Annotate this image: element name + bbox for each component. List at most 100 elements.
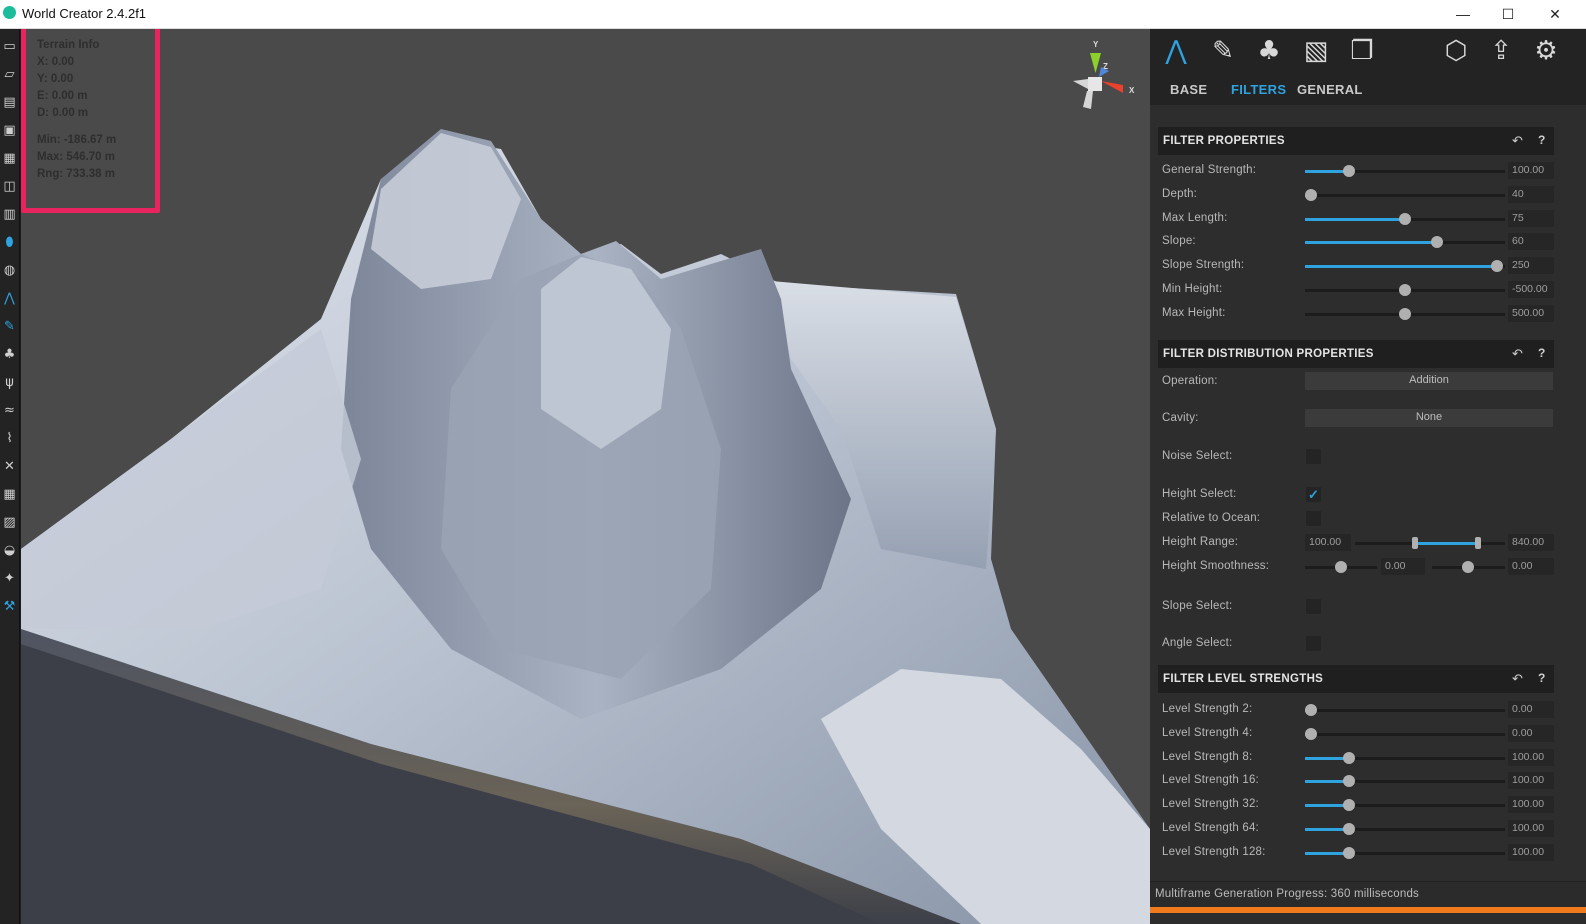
grass-icon[interactable]: ψ	[2, 375, 17, 390]
value-field[interactable]: 40	[1508, 185, 1554, 203]
open-recent-icon[interactable]: ▤	[2, 95, 17, 110]
slider-track[interactable]	[1305, 727, 1505, 740]
save-as-icon[interactable]: ▦	[2, 151, 17, 166]
slider-track[interactable]	[1305, 799, 1505, 812]
angle-select-checkbox[interactable]	[1306, 636, 1321, 651]
cavity-dropdown[interactable]: None	[1305, 409, 1553, 427]
maximize-button[interactable]: ☐	[1485, 0, 1531, 28]
reset-icon[interactable]: ↶	[1512, 133, 1523, 149]
noise-select-checkbox[interactable]	[1306, 449, 1321, 464]
value-field[interactable]: 100.00	[1508, 162, 1554, 179]
value-field[interactable]: 60	[1508, 233, 1554, 251]
slider-track[interactable]	[1305, 188, 1505, 201]
gizmo-neg-y[interactable]	[1083, 91, 1093, 109]
slider-track[interactable]	[1305, 236, 1505, 249]
smoothness-b-field[interactable]: 0.00	[1508, 558, 1554, 575]
value-field[interactable]: 500.00	[1508, 304, 1554, 322]
help-icon[interactable]: ?	[1538, 671, 1545, 685]
reset-icon[interactable]: ↶	[1512, 346, 1523, 362]
value-field[interactable]: 100.00	[1508, 796, 1554, 814]
slider-knob[interactable]	[1343, 846, 1355, 859]
gizmo-y-axis[interactable]	[1090, 53, 1101, 73]
tools-icon[interactable]: ⚒	[2, 599, 17, 614]
value-field[interactable]: -500.00	[1508, 281, 1554, 298]
reset-icon[interactable]: ↶	[1512, 671, 1523, 687]
brush-icon[interactable]: ✎	[2, 319, 17, 334]
axis-gizmo[interactable]: Y Z X	[1061, 39, 1141, 119]
smoothness-a-knob[interactable]	[1335, 561, 1347, 573]
slider-track[interactable]	[1305, 775, 1505, 788]
slider-track[interactable]	[1305, 284, 1505, 296]
road-icon[interactable]: ⌇	[2, 431, 17, 446]
height-range-track[interactable]	[1355, 537, 1505, 549]
map-tab-icon[interactable]: ▧	[1300, 35, 1332, 67]
smoothness-a-track[interactable]	[1305, 561, 1377, 573]
grid-icon[interactable]: ▦	[2, 487, 17, 502]
map-icon[interactable]: ▥	[2, 207, 17, 222]
height-range-low-knob[interactable]	[1412, 537, 1418, 549]
layers-tab-icon[interactable]: ❐	[1346, 35, 1378, 67]
globe-icon[interactable]: ◍	[2, 263, 17, 278]
slider-track[interactable]	[1305, 823, 1505, 835]
water-icon[interactable]: ≈	[2, 403, 17, 418]
open-folder-icon[interactable]: ▱	[2, 67, 17, 82]
slider-track[interactable]	[1305, 307, 1505, 320]
gizmo-center[interactable]	[1088, 77, 1102, 91]
slider-knob[interactable]	[1491, 260, 1503, 273]
slider-track[interactable]	[1305, 846, 1505, 859]
gizmo-neg-x[interactable]	[1073, 79, 1088, 89]
slider-knob[interactable]	[1305, 727, 1317, 740]
terrain-icon[interactable]: ⋀	[2, 291, 17, 306]
new-file-icon[interactable]: ▭	[2, 39, 17, 54]
slider-knob[interactable]	[1343, 775, 1355, 788]
height-range-min-field[interactable]: 100.00	[1305, 534, 1351, 551]
slider-knob[interactable]	[1399, 307, 1411, 320]
share-icon[interactable]: ⇪	[1485, 35, 1517, 67]
save-icon[interactable]: ▣	[2, 123, 17, 138]
export-3d-icon[interactable]: ⬡	[1440, 35, 1472, 67]
star-icon[interactable]: ✦	[2, 571, 17, 586]
slider-knob[interactable]	[1431, 236, 1443, 249]
help-icon[interactable]: ?	[1538, 346, 1545, 360]
height-select-checkbox[interactable]: ✓	[1306, 487, 1321, 502]
height-range-high-knob[interactable]	[1475, 537, 1481, 549]
color-icon[interactable]: ◒	[2, 543, 17, 558]
value-field[interactable]: 100.00	[1508, 820, 1554, 837]
slider-track[interactable]	[1305, 212, 1505, 225]
import-icon[interactable]: ◫	[2, 179, 17, 194]
brush-tool-icon[interactable]: ✎	[1207, 35, 1239, 67]
gizmo-x-axis[interactable]	[1101, 81, 1123, 93]
value-field[interactable]: 0.00	[1508, 724, 1554, 742]
tab-filters[interactable]: FILTERS	[1231, 82, 1286, 97]
slider-knob[interactable]	[1343, 823, 1355, 835]
tab-base[interactable]: BASE	[1170, 82, 1207, 97]
slider-knob[interactable]	[1305, 188, 1317, 201]
trees-icon[interactable]: ♣	[2, 347, 17, 362]
image-icon[interactable]: ▨	[2, 515, 17, 530]
slider-knob[interactable]	[1343, 165, 1355, 177]
value-field[interactable]: 100.00	[1508, 772, 1554, 790]
3d-viewport[interactable]: Terrain Info X: 0.00 Y: 0.00 E: 0.00 m D…	[21, 29, 1150, 924]
relative-ocean-checkbox[interactable]	[1306, 511, 1321, 526]
value-field[interactable]: 100.00	[1508, 748, 1554, 766]
settings-gear-icon[interactable]: ⚙	[1530, 35, 1562, 67]
slider-knob[interactable]	[1399, 212, 1411, 225]
value-field[interactable]: 75	[1508, 209, 1554, 227]
slider-track[interactable]	[1305, 165, 1505, 177]
slope-select-checkbox[interactable]	[1306, 599, 1321, 614]
slider-knob[interactable]	[1399, 284, 1411, 296]
value-field[interactable]: 0.00	[1508, 701, 1554, 718]
smoothness-b-knob[interactable]	[1462, 561, 1474, 573]
network-icon[interactable]: ✕	[2, 459, 17, 474]
slider-knob[interactable]	[1343, 799, 1355, 812]
smoothness-b-track[interactable]	[1432, 561, 1505, 573]
slider-track[interactable]	[1305, 260, 1505, 273]
trees-tab-icon[interactable]: ♣	[1253, 35, 1285, 67]
value-field[interactable]: 100.00	[1508, 843, 1554, 861]
slider-track[interactable]	[1305, 704, 1505, 716]
slider-knob[interactable]	[1343, 751, 1355, 764]
height-range-max-field[interactable]: 840.00	[1508, 534, 1554, 551]
tab-general[interactable]: GENERAL	[1297, 82, 1363, 97]
minimize-button[interactable]: —	[1440, 0, 1486, 28]
close-button[interactable]: ✕	[1532, 0, 1578, 28]
